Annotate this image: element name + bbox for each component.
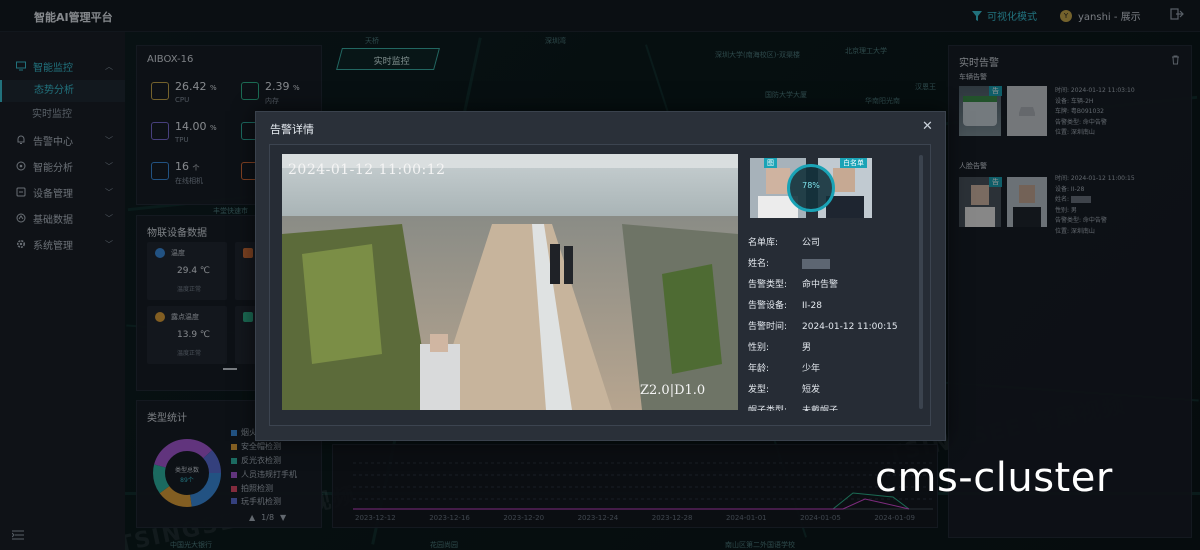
info-alarm-device: 告警设备: II-28	[748, 301, 823, 311]
overlay-watermark: cms-cluster	[875, 455, 1113, 501]
close-icon[interactable]: ✕	[922, 119, 933, 134]
camera-timestamp: 2024-01-12 11:00:12	[288, 162, 446, 178]
info-alarm-type: 告警类型: 命中告警	[748, 280, 839, 290]
info-hairstyle: 发型: 短发	[748, 385, 821, 395]
capture-tag: 图	[764, 158, 777, 168]
modal-title: 告警详情	[270, 123, 314, 136]
info-alarm-time: 告警时间: 2024-01-12 11:00:15	[748, 322, 898, 332]
camera-snapshot[interactable]: 2024-01-12 11:00:12 Z2.0|D1.0	[282, 154, 738, 410]
whitelist-tag: 白名单	[840, 158, 867, 168]
similarity-value: 78%	[802, 181, 820, 190]
alert-detail-modal: 告警详情 ✕ 2024-01-12 11:00:12 Z2.0|D1.0 图 白…	[255, 111, 946, 441]
similarity-gauge: 78%	[787, 164, 835, 212]
info-gender: 性别: 男	[748, 343, 812, 353]
camera-zoom: Z2.0|D1.0	[640, 383, 706, 398]
info-name: 姓名:	[748, 256, 830, 269]
info-list-library: 名单库: 公司	[748, 238, 821, 248]
info-age: 年龄: 少年	[748, 364, 821, 374]
info-scrollbar[interactable]	[919, 155, 923, 409]
info-hat-type: 帽子类型: 未戴帽子	[748, 406, 839, 411]
modal-content: 2024-01-12 11:00:12 Z2.0|D1.0 图 白名单 78% …	[269, 144, 931, 426]
